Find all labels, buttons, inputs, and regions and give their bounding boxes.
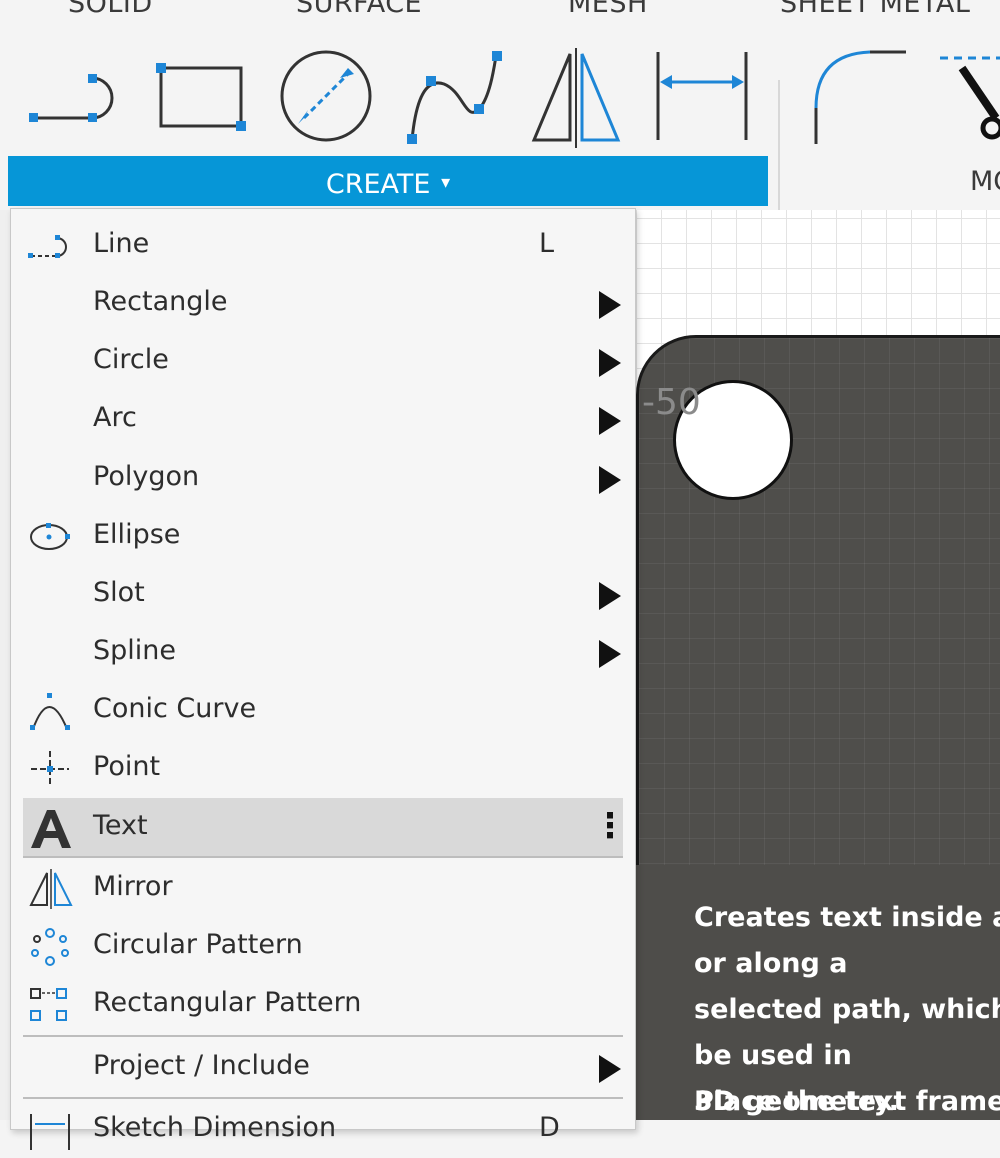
menu-item-circular-pattern[interactable]: Circular Pattern bbox=[23, 917, 623, 975]
circle-tool-icon[interactable] bbox=[278, 48, 378, 148]
menu-item-label: Line bbox=[93, 228, 150, 259]
trim-scissors-icon[interactable] bbox=[936, 48, 1000, 148]
tab-solid[interactable]: SOLID bbox=[68, 0, 153, 19]
dimension-label: -50 bbox=[642, 382, 701, 423]
menu-item-line[interactable]: Line L bbox=[23, 216, 623, 274]
submenu-arrow-icon bbox=[599, 291, 621, 319]
menu-item-label: Project / Include bbox=[93, 1050, 310, 1081]
tooltip-instruction: Place the text frame bbox=[694, 1086, 1000, 1117]
menu-item-label: Polygon bbox=[93, 461, 200, 492]
more-options-icon[interactable]: ⋮ bbox=[593, 806, 627, 846]
menu-item-label: Ellipse bbox=[93, 519, 181, 550]
conic-curve-icon bbox=[30, 693, 70, 730]
dimension-tool-icon[interactable] bbox=[654, 48, 754, 148]
menu-item-circle[interactable]: Circle bbox=[23, 332, 623, 390]
tab-surface[interactable]: SURFACE bbox=[296, 0, 422, 19]
menu-item-text[interactable]: Text ⋮ bbox=[23, 798, 627, 858]
ellipse-icon bbox=[30, 523, 70, 550]
sketch-dimension-icon bbox=[30, 1114, 70, 1150]
menu-item-label: Circle bbox=[93, 344, 169, 375]
menu-item-arc[interactable]: Arc bbox=[23, 390, 623, 448]
menu-item-label: Mirror bbox=[93, 871, 173, 902]
rectangular-pattern-icon bbox=[30, 988, 67, 1021]
submenu-arrow-icon bbox=[599, 466, 621, 494]
menu-item-label: Spline bbox=[93, 635, 177, 666]
menu-item-label: Slot bbox=[93, 577, 145, 608]
mirror-tool-icon[interactable] bbox=[530, 48, 630, 148]
menu-item-slot[interactable]: Slot bbox=[23, 565, 623, 623]
menu-item-ellipse[interactable]: Ellipse bbox=[23, 507, 623, 565]
menu-item-label: Rectangular Pattern bbox=[93, 987, 362, 1018]
menu-divider bbox=[23, 1097, 623, 1099]
menu-item-spline[interactable]: Spline bbox=[23, 623, 623, 681]
shortcut-key: D bbox=[539, 1112, 560, 1143]
point-icon bbox=[31, 751, 69, 787]
menu-item-label: Sketch Dimension bbox=[93, 1112, 337, 1143]
workspace-tabs: SOLID SURFACE MESH SHEET METAL bbox=[0, 0, 1000, 30]
menu-item-mirror[interactable]: Mirror bbox=[23, 859, 623, 917]
menu-item-conic-curve[interactable]: Conic Curve bbox=[23, 681, 623, 739]
menu-item-label: Arc bbox=[93, 402, 137, 433]
menu-divider bbox=[23, 1035, 623, 1037]
ribbon-divider bbox=[778, 80, 780, 230]
spline-tool-icon[interactable] bbox=[404, 48, 504, 158]
menu-item-label: Circular Pattern bbox=[93, 929, 303, 960]
tab-mesh[interactable]: MESH bbox=[568, 0, 648, 19]
rectangle-tool-icon[interactable] bbox=[152, 48, 252, 148]
shortcut-key: L bbox=[539, 228, 555, 259]
mirror-icon bbox=[29, 869, 73, 909]
menu-divider bbox=[23, 856, 623, 858]
menu-item-label: Rectangle bbox=[93, 286, 228, 317]
caret-down-icon: ▾ bbox=[441, 172, 451, 193]
line-tool-icon[interactable] bbox=[28, 48, 128, 148]
text-tool-tooltip: Creates text inside a box or along a sel… bbox=[636, 865, 1000, 1120]
modify-menu-button[interactable]: MO bbox=[970, 166, 1000, 197]
submenu-arrow-icon bbox=[599, 349, 621, 377]
create-dropdown-menu: Line L Rectangle Circle Arc Polygon Elli… bbox=[10, 208, 636, 1150]
menu-item-sketch-dimension[interactable]: Sketch Dimension D bbox=[23, 1100, 623, 1158]
menu-item-rectangle[interactable]: Rectangle bbox=[23, 274, 623, 332]
menu-item-rectangular-pattern[interactable]: Rectangular Pattern bbox=[23, 975, 623, 1033]
submenu-arrow-icon bbox=[599, 582, 621, 610]
menu-item-project-include[interactable]: Project / Include bbox=[23, 1038, 623, 1096]
submenu-arrow-icon bbox=[599, 1055, 621, 1083]
submenu-arrow-icon bbox=[599, 640, 621, 668]
fillet-tool-icon[interactable] bbox=[810, 48, 910, 148]
line-icon bbox=[28, 235, 67, 258]
browser-panel-edge bbox=[0, 210, 10, 1120]
tab-sheet-metal[interactable]: SHEET METAL bbox=[780, 0, 970, 19]
text-icon bbox=[31, 810, 71, 848]
create-menu-button[interactable]: CREATE ▾ bbox=[8, 156, 768, 206]
menu-item-label: Point bbox=[93, 751, 161, 782]
menu-item-label: Text bbox=[93, 810, 148, 841]
submenu-arrow-icon bbox=[599, 407, 621, 435]
create-label: CREATE bbox=[325, 169, 431, 200]
menu-item-point[interactable]: Point bbox=[23, 739, 623, 797]
menu-item-label: Conic Curve bbox=[93, 693, 257, 724]
toolbar-ribbon: CREATE ▾ MO bbox=[0, 30, 1000, 230]
circular-pattern-icon bbox=[31, 928, 69, 966]
menu-item-polygon[interactable]: Polygon bbox=[23, 449, 623, 507]
